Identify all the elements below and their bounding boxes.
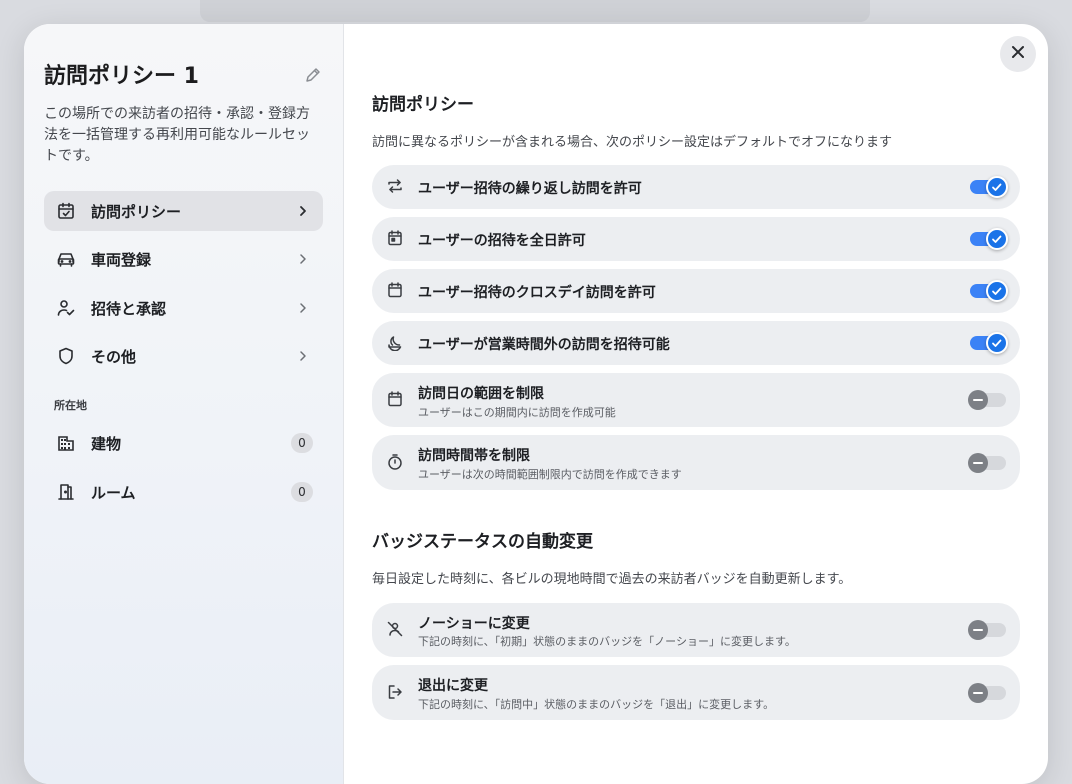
policy-row-label: 訪問時間帯を制限 [418, 448, 530, 464]
badge-row: ノーショーに変更 下記の時刻に、「初期」状態のままのバッジを「ノーショー」に変更… [372, 603, 1020, 657]
timer-icon [386, 453, 406, 473]
policy-row-label: 訪問日の範囲を制限 [418, 386, 544, 402]
chevron-right-icon [297, 300, 309, 316]
door-icon [55, 481, 77, 503]
shield-icon [55, 345, 77, 367]
nav-item-other[interactable]: その他 [44, 336, 323, 376]
toggle-all-day[interactable] [970, 228, 1008, 250]
toggle-cross-day[interactable] [970, 280, 1008, 302]
toggle-after-hours[interactable] [970, 332, 1008, 354]
policy-row: ユーザー招待のクロスデイ訪問を許可 [372, 269, 1020, 313]
badge-row-label: ノーショーに変更 [418, 616, 530, 632]
policy-row: 訪問時間帯を制限 ユーザーは次の時間範囲制限内で訪問を作成できます [372, 435, 1020, 490]
sidebar: 訪問ポリシー 1 この場所での来訪者の招待・承認・登録方法を一括管理する再利用可… [24, 24, 344, 784]
nav-label: 招待と承認 [91, 299, 167, 318]
toggle-date-range[interactable] [968, 389, 1008, 411]
badge-row-sublabel: 下記の時刻に、「訪問中」状態のままのバッジを「退出」に変更します。 [418, 698, 775, 711]
car-icon [55, 248, 77, 270]
badge-row-sublabel: 下記の時刻に、「初期」状態のままのバッジを「ノーショー」に変更します。 [418, 635, 796, 648]
pencil-icon[interactable] [304, 66, 322, 84]
location-label: 建物 [91, 434, 122, 453]
location-section-label: 所在地 [54, 399, 87, 412]
policy-row-label: ユーザー招待の繰り返し訪問を許可 [418, 181, 642, 197]
location-item-building[interactable]: 建物 0 [44, 423, 323, 463]
calendar-icon [386, 281, 406, 301]
toggle-check-out[interactable] [968, 682, 1008, 704]
nav-label: 車両登録 [91, 250, 152, 269]
building-icon [55, 432, 77, 454]
chevron-right-icon [297, 203, 309, 219]
location-label: ルーム [91, 483, 136, 502]
nav-item-invite-approval[interactable]: 招待と承認 [44, 288, 323, 328]
badge-status-heading: バッジステータスの自動変更 [372, 532, 593, 552]
location-count-badge: 0 [291, 433, 313, 453]
badge-status-description: 毎日設定した時刻に、各ビルの現地時間で過去の来訪者バッジを自動更新します。 [372, 572, 852, 587]
user-off-icon [386, 620, 406, 640]
policy-row: 訪問日の範囲を制限 ユーザーはこの期間内に訪問を作成可能 [372, 373, 1020, 427]
main-content: 訪問ポリシー 訪問に異なるポリシーが含まれる場合、次のポリシー設定はデフォルトで… [344, 24, 1048, 784]
chevron-right-icon [297, 348, 309, 364]
toggle-time-range[interactable] [968, 452, 1008, 474]
location-item-room[interactable]: ルーム 0 [44, 472, 323, 512]
nav-item-visit-policy[interactable]: 訪問ポリシー [44, 191, 323, 231]
location-count-badge: 0 [291, 482, 313, 502]
badge-row-label: 退出に変更 [418, 678, 488, 694]
badge-row: 退出に変更 下記の時刻に、「訪問中」状態のままのバッジを「退出」に変更します。 [372, 665, 1020, 720]
chevron-right-icon [297, 251, 309, 267]
policy-description: この場所での来訪者の招待・承認・登録方法を一括管理する再利用可能なルールセットで… [44, 106, 310, 164]
background-window-header [200, 0, 870, 22]
policy-row-sublabel: ユーザーは次の時間範囲制限内で訪問を作成できます [418, 468, 682, 481]
nav-label: 訪問ポリシー [91, 202, 182, 221]
repeat-icon [386, 177, 406, 197]
policy-row-sublabel: ユーザーはこの期間内に訪問を作成可能 [418, 406, 616, 419]
moon-icon [386, 333, 406, 353]
policy-row-label: ユーザー招待のクロスデイ訪問を許可 [418, 285, 656, 301]
logout-icon [386, 683, 406, 703]
calendar-check-icon [55, 200, 77, 222]
policy-row: ユーザーが営業時間外の訪問を招待可能 [372, 321, 1020, 365]
toggle-no-show[interactable] [968, 619, 1008, 641]
policy-title: 訪問ポリシー 1 [44, 64, 199, 89]
visit-policy-heading: 訪問ポリシー [372, 95, 474, 115]
policy-row-label: ユーザーの招待を全日許可 [418, 233, 586, 249]
calendar-range-icon [386, 390, 406, 410]
toggle-repeat-visit[interactable] [970, 176, 1008, 198]
nav-item-vehicle-registration[interactable]: 車両登録 [44, 239, 323, 279]
nav-label: その他 [91, 347, 137, 366]
calendar-day-icon [386, 229, 406, 249]
user-check-icon [55, 297, 77, 319]
policy-row: ユーザー招待の繰り返し訪問を許可 [372, 165, 1020, 209]
policy-modal: 訪問ポリシー 1 この場所での来訪者の招待・承認・登録方法を一括管理する再利用可… [24, 24, 1048, 784]
policy-row: ユーザーの招待を全日許可 [372, 217, 1020, 261]
visit-policy-description: 訪問に異なるポリシーが含まれる場合、次のポリシー設定はデフォルトでオフになります [372, 135, 893, 150]
policy-row-label: ユーザーが営業時間外の訪問を招待可能 [418, 337, 670, 353]
